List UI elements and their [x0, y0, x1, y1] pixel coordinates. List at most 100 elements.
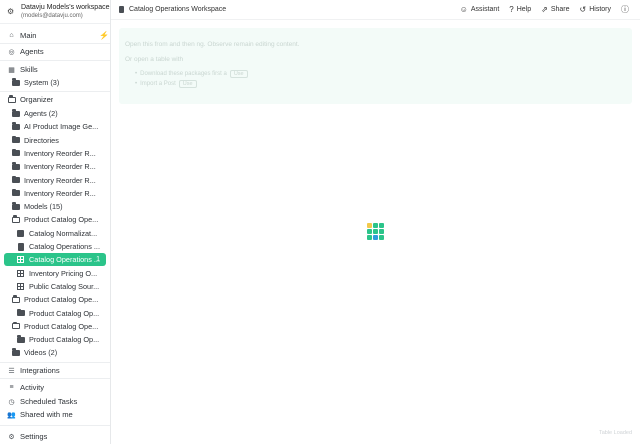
sidebar-item-label: Public Catalog Sour... [29, 281, 100, 291]
sidebar-tree-item[interactable]: Product Catalog Op... [16, 307, 110, 320]
folder-open-icon [11, 295, 20, 304]
use-button[interactable]: Use [229, 70, 248, 78]
sidebar-item-label: Product Catalog Op... [29, 308, 100, 318]
table-icon [16, 282, 25, 291]
folder-icon [11, 348, 20, 357]
sidebar-tree-item[interactable]: Models (15) [11, 200, 110, 213]
sidebar-item-label: Product Catalog Ope... [24, 321, 99, 331]
home-icon: ⌂ [9, 32, 14, 39]
sidebar-item-label: Inventory Reorder R... [24, 148, 96, 158]
share-icon: ⇗ [541, 5, 548, 14]
share-button[interactable]: ⇗ Share [541, 5, 569, 14]
sidebar-item-shared[interactable]: 👥 Shared with me [7, 408, 110, 421]
sidebar-tree-item[interactable]: Inventory Reorder R... [11, 187, 110, 200]
sidebar-tree-item[interactable]: Product Catalog Ope... [11, 320, 110, 333]
loader-square [367, 229, 372, 234]
sidebar-tree-item[interactable]: Inventory Reorder R... [11, 147, 110, 160]
assistant-label: Assistant [470, 6, 500, 13]
sidebar-tree-item[interactable]: Agents (2) [11, 107, 110, 120]
workspace-email: (models@datavju.com) [21, 12, 83, 19]
sidebar-item-integrations[interactable]: ☰ Integrations [7, 364, 110, 377]
gear-icon: ⚙ [8, 433, 15, 441]
share-label: Share [550, 6, 570, 13]
help-button[interactable]: ? Help [509, 5, 531, 14]
workspace-switcher[interactable]: ⚙ Datavju Models's workspace (models@dat… [0, 0, 110, 24]
loading-spinner [367, 223, 384, 240]
sidebar-tree-item[interactable]: Videos (2) [11, 346, 110, 359]
sidebar-item-activity[interactable]: ≡ Activity [7, 381, 110, 394]
sidebar-item-label: Agents [20, 47, 44, 56]
placeholder-line: Open this from and then ng. Observe rema… [125, 41, 300, 48]
bolt-icon[interactable]: ⚡ [99, 31, 109, 40]
sidebar-tree-item[interactable]: Public Catalog Sour... [16, 280, 110, 293]
table-icon [16, 269, 25, 278]
sidebar-item-label: Shared with me [20, 410, 73, 419]
sidebar-tree-item[interactable]: AI Product Image Ge... [11, 120, 110, 133]
sidebar-tree-item[interactable]: Inventory Reorder R... [11, 174, 110, 187]
sidebar-item-main[interactable]: ⌂ Main ⚡ [7, 29, 110, 42]
sidebar-tree-item[interactable]: Product Catalog Op... [16, 333, 110, 346]
sidebar-item-agents[interactable]: ◎ Agents [7, 45, 110, 58]
sidebar-tree-item[interactable]: Directories [11, 134, 110, 147]
folder-icon [11, 188, 20, 198]
sidebar-item-label: Organizer [20, 95, 54, 104]
sidebar-item-label: Settings [20, 432, 48, 441]
question-icon: ? [509, 5, 514, 14]
loader-square [367, 223, 372, 228]
sidebar-item-organizer[interactable]: Organizer [7, 93, 110, 106]
sidebar-tree-item[interactable]: Catalog Operations ... [16, 240, 110, 253]
info-icon: ⓘ [621, 5, 629, 14]
gear-icon: ⚙ [7, 7, 15, 16]
sidebar-item-label: Catalog Operations ... [29, 255, 100, 265]
sidebar-item-label: Product Catalog Op... [29, 335, 100, 345]
sidebar-item-label: Inventory Reorder R... [24, 188, 96, 198]
loader-square [373, 223, 378, 228]
sidebar-item-label: Inventory Pricing O... [29, 268, 98, 278]
table-icon [16, 255, 25, 264]
loader-square [367, 235, 372, 240]
sidebar-tree-item[interactable]: Product Catalog Ope... [11, 213, 110, 226]
sidebar-tree-item[interactable]: Inventory Reorder R... [11, 160, 110, 173]
history-label: History [589, 6, 611, 13]
use-button[interactable]: Use [178, 80, 197, 88]
clock-icon: ◷ [8, 398, 15, 406]
loader-square [379, 229, 384, 234]
sidebar-item-label: Skills [20, 65, 38, 74]
history-button[interactable]: ↺ History [580, 5, 611, 14]
sidebar-item-label: Integrations [20, 366, 60, 375]
users-icon: 👥 [7, 411, 16, 419]
sidebar-item-label: Videos (2) [24, 348, 58, 358]
sidebar-tree-item[interactable]: Catalog Operations ... 1 [4, 253, 106, 267]
sidebar-item-label: Directories [24, 135, 59, 145]
sidebar-item-label: Scheduled Tasks [20, 397, 78, 406]
folder-icon [11, 135, 20, 145]
assistant-button[interactable]: ☺ Assistant [460, 5, 500, 14]
sidebar-item-label: Activity [20, 383, 45, 392]
document-icon [119, 6, 124, 13]
model-icon [16, 229, 25, 238]
sidebar-item-skills[interactable]: ▦ Skills [7, 63, 110, 76]
folder-icon [11, 162, 20, 171]
folder-icon [11, 175, 20, 185]
sidebar-tree-item[interactable]: Product Catalog Ope... [11, 293, 110, 306]
folder-icon [11, 78, 20, 87]
loader-square [373, 235, 378, 240]
placeholder-item: • Download these packages first a Use [135, 70, 248, 78]
sidebar-item-label: Product Catalog Ope... [24, 295, 99, 305]
folder-icon [11, 109, 20, 118]
info-button[interactable]: ⓘ [621, 4, 632, 15]
sidebar-tree-item[interactable]: Inventory Pricing O... [16, 267, 110, 280]
sidebar-item-label: Inventory Reorder R... [24, 175, 96, 185]
sidebar-item-scheduled-tasks[interactable]: ◷ Scheduled Tasks [7, 395, 110, 408]
placeholder-line: Or open a table with [125, 56, 184, 63]
help-label: Help [516, 6, 532, 13]
workspace-name: Datavju Models's workspace [21, 3, 110, 11]
sidebar: ⚙ Datavju Models's workspace (models@dat… [0, 0, 111, 444]
sidebar-item-settings[interactable]: ⚙ Settings [7, 430, 110, 443]
folder-icon [16, 335, 25, 344]
robot-icon: ☺ [459, 5, 468, 14]
loader-square [373, 229, 378, 234]
document-icon [16, 242, 25, 251]
sidebar-item-system[interactable]: System (3) [11, 76, 110, 89]
sidebar-tree-item[interactable]: Catalog Normalizat... [16, 227, 110, 240]
